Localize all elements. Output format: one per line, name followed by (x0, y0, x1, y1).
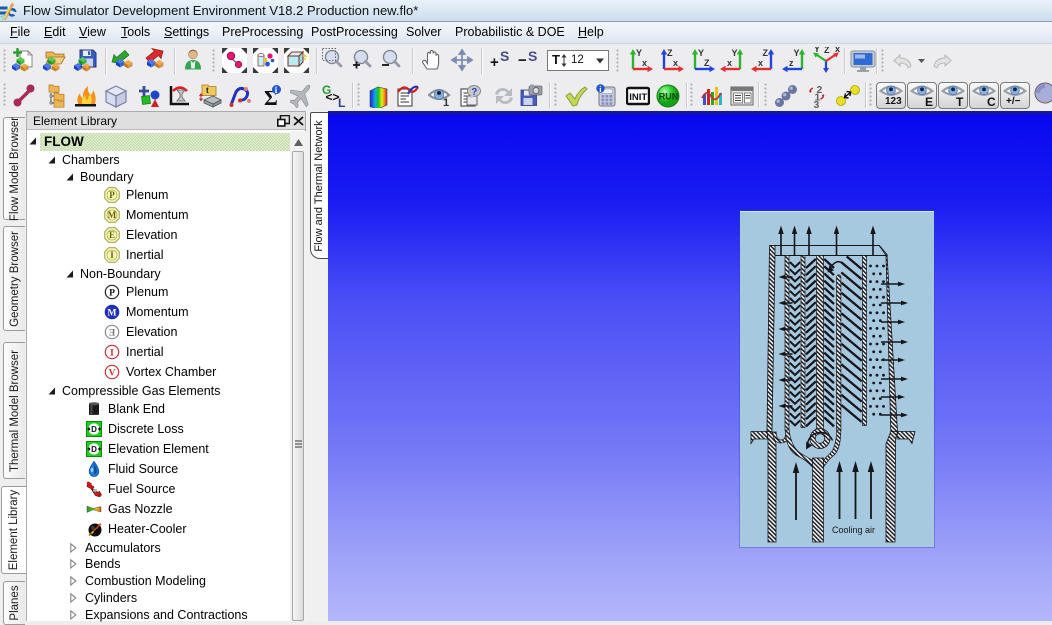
svg-text:Y: Y (794, 48, 800, 58)
svg-text:Z: Z (763, 48, 769, 58)
svg-text:Z: Z (704, 58, 710, 68)
svg-text:Y: Y (732, 48, 738, 58)
svg-text:z: z (789, 58, 794, 68)
svg-text:Z: Z (667, 48, 673, 58)
svg-text:D: D (91, 445, 97, 454)
svg-text:Cooling air: Cooling air (832, 525, 875, 535)
svg-text:Ǝ: Ǝ (109, 328, 116, 338)
svg-text:D: D (91, 425, 97, 434)
svg-text:−: − (518, 52, 527, 69)
svg-text:S: S (500, 48, 509, 64)
svg-text:RUN: RUN (659, 92, 679, 102)
svg-text:L: L (338, 96, 345, 108)
svg-text:Y: Y (814, 47, 820, 54)
svg-text:P: P (109, 288, 115, 298)
svg-text:M: M (108, 308, 117, 318)
svg-text:E: E (109, 230, 115, 240)
svg-text:x: x (727, 58, 732, 68)
svg-text:V: V (109, 368, 116, 378)
svg-text:I: I (110, 250, 114, 260)
svg-text:M: M (108, 210, 117, 220)
svg-text:x: x (642, 58, 647, 68)
svg-text:x: x (835, 47, 840, 54)
svg-text:S: S (528, 48, 537, 64)
svg-text:P: P (109, 190, 115, 200)
svg-text:Z: Z (824, 47, 830, 55)
svg-text:INIT: INIT (629, 92, 647, 103)
svg-text:+: + (490, 54, 499, 71)
svg-text:t: t (206, 86, 209, 95)
svg-text:Y: Y (698, 48, 704, 58)
svg-text:3: 3 (814, 99, 820, 108)
svg-text:Y: Y (636, 48, 642, 58)
svg-text:x: x (673, 58, 678, 68)
svg-text:I: I (110, 348, 114, 358)
svg-text:1: 1 (443, 97, 449, 108)
svg-text:x: x (758, 58, 763, 68)
svg-text:QL: QL (92, 488, 99, 493)
svg-text:?: ? (471, 87, 477, 98)
